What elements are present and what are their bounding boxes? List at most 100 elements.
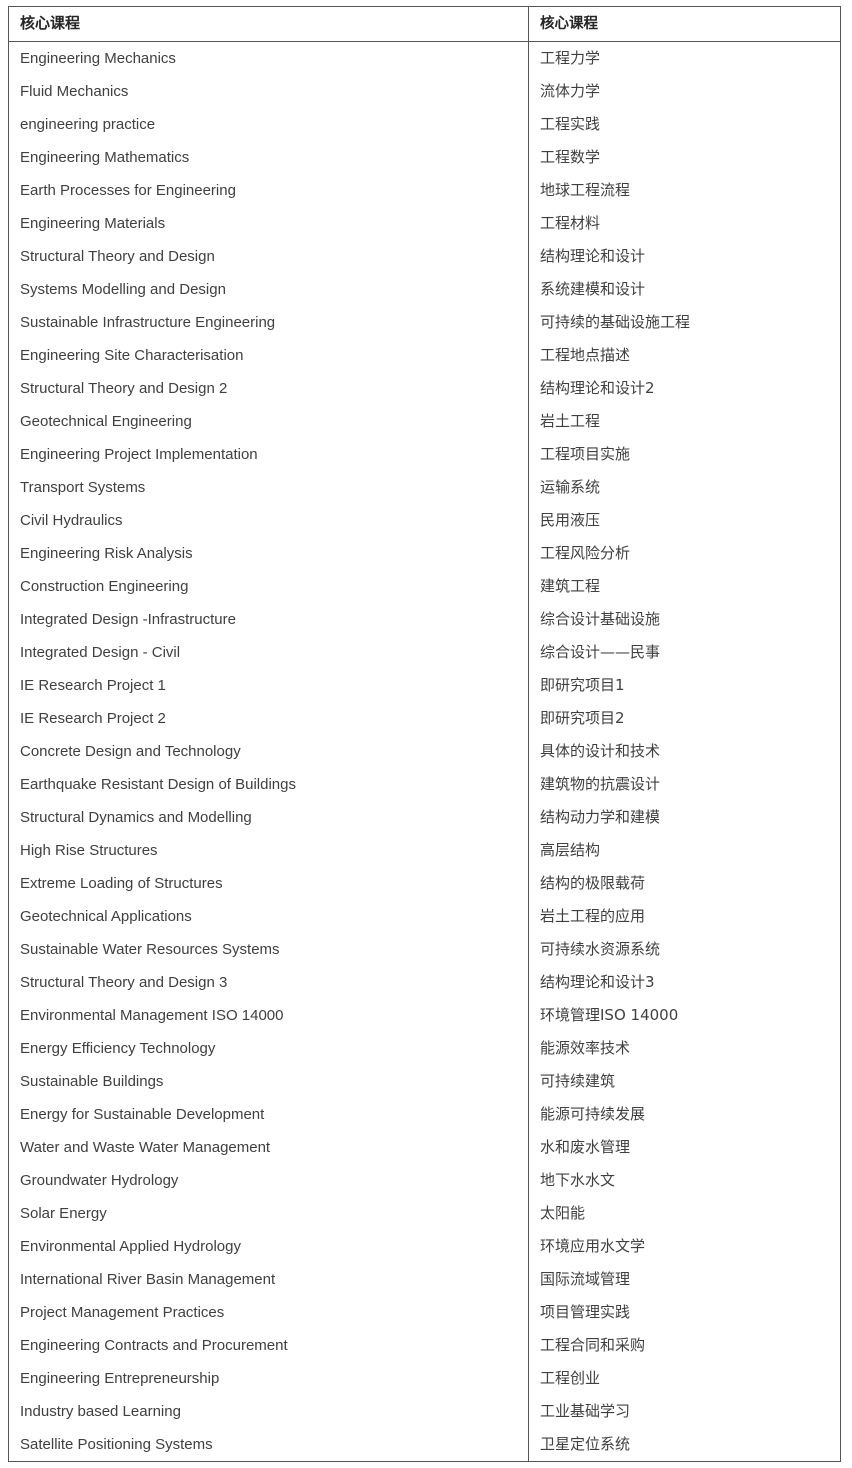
table-body: Engineering Mechanics 工程力学 Fluid Mechanics… bbox=[8, 41, 841, 1462]
course-name-english: IE Research Project 2 bbox=[8, 702, 529, 735]
course-name-english: Concrete Design and Technology bbox=[8, 735, 529, 768]
course-name-english: Structural Dynamics and Modelling bbox=[8, 801, 529, 834]
course-name-chinese: 工程数学 bbox=[528, 141, 841, 174]
course-name-english: Geotechnical Engineering bbox=[8, 405, 529, 438]
course-name-english: Engineering Mathematics bbox=[8, 141, 529, 174]
table-row: Engineering Materials 工程材料 bbox=[8, 207, 841, 240]
table-header: 核心课程 核心课程 bbox=[8, 6, 841, 42]
course-name-english: Project Management Practices bbox=[8, 1296, 529, 1329]
course-name-chinese: 可持续水资源系统 bbox=[528, 933, 841, 966]
course-name-chinese: 综合设计——民事 bbox=[528, 636, 841, 669]
course-name-chinese: 工程材料 bbox=[528, 207, 841, 240]
course-name-english: Engineering Contracts and Procurement bbox=[8, 1329, 529, 1362]
course-name-chinese: 地下水水文 bbox=[528, 1164, 841, 1197]
table-row: Engineering Contracts and Procurement 工程合… bbox=[8, 1329, 841, 1362]
course-name-english: Water and Waste Water Management bbox=[8, 1131, 529, 1164]
table-header-row: 核心课程 核心课程 bbox=[8, 6, 841, 42]
course-name-chinese: 建筑工程 bbox=[528, 570, 841, 603]
table-row: Integrated Design -Infrastructure 综合设计基础设… bbox=[8, 603, 841, 636]
course-name-english: Satellite Positioning Systems bbox=[8, 1428, 529, 1462]
course-name-english: Engineering Risk Analysis bbox=[8, 537, 529, 570]
course-name-english: Civil Hydraulics bbox=[8, 504, 529, 537]
course-name-english: Engineering Materials bbox=[8, 207, 529, 240]
course-name-english: Systems Modelling and Design bbox=[8, 273, 529, 306]
course-name-english: Sustainable Water Resources Systems bbox=[8, 933, 529, 966]
course-name-chinese: 流体力学 bbox=[528, 75, 841, 108]
table-row: Structural Theory and Design 2 结构理论和设计2 bbox=[8, 372, 841, 405]
table-row: Engineering Mechanics 工程力学 bbox=[8, 41, 841, 75]
course-name-english: Earthquake Resistant Design of Buildings bbox=[8, 768, 529, 801]
course-name-english: International River Basin Management bbox=[8, 1263, 529, 1296]
course-name-chinese: 岩土工程 bbox=[528, 405, 841, 438]
course-name-english: Earth Processes for Engineering bbox=[8, 174, 529, 207]
course-name-english: Solar Energy bbox=[8, 1197, 529, 1230]
table-row: Civil Hydraulics 民用液压 bbox=[8, 504, 841, 537]
course-name-chinese: 环境应用水文学 bbox=[528, 1230, 841, 1263]
course-name-chinese: 工业基础学习 bbox=[528, 1395, 841, 1428]
course-name-chinese: 建筑物的抗震设计 bbox=[528, 768, 841, 801]
course-name-english: Transport Systems bbox=[8, 471, 529, 504]
course-name-chinese: 系统建模和设计 bbox=[528, 273, 841, 306]
course-name-chinese: 结构的极限载荷 bbox=[528, 867, 841, 900]
course-name-english: Integrated Design -Infrastructure bbox=[8, 603, 529, 636]
page-root: 核心课程 核心课程 Engineering Mechanics 工程力学 Fluid… bbox=[0, 0, 852, 1468]
table-row: Earthquake Resistant Design of Buildings… bbox=[8, 768, 841, 801]
course-name-chinese: 太阳能 bbox=[528, 1197, 841, 1230]
course-name-english: Engineering Mechanics bbox=[8, 41, 529, 75]
core-courses-table: 核心课程 核心课程 Engineering Mechanics 工程力学 Fluid… bbox=[8, 6, 841, 1462]
course-name-chinese: 综合设计基础设施 bbox=[528, 603, 841, 636]
course-name-english: Energy for Sustainable Development bbox=[8, 1098, 529, 1131]
table-row: Sustainable Infrastructure Engineering 可持… bbox=[8, 306, 841, 339]
table-row: Geotechnical Engineering 岩土工程 bbox=[8, 405, 841, 438]
course-name-chinese: 可持续建筑 bbox=[528, 1065, 841, 1098]
course-name-chinese: 结构动力学和建模 bbox=[528, 801, 841, 834]
course-name-chinese: 工程地点描述 bbox=[528, 339, 841, 372]
course-name-english: Fluid Mechanics bbox=[8, 75, 529, 108]
course-name-chinese: 工程风险分析 bbox=[528, 537, 841, 570]
course-name-chinese: 可持续的基础设施工程 bbox=[528, 306, 841, 339]
course-name-english: Integrated Design - Civil bbox=[8, 636, 529, 669]
table-row: Satellite Positioning Systems 卫星定位系统 bbox=[8, 1428, 841, 1462]
course-name-english: engineering practice bbox=[8, 108, 529, 141]
table-row: IE Research Project 2 即研究项目2 bbox=[8, 702, 841, 735]
table-row: International River Basin Management 国际流域… bbox=[8, 1263, 841, 1296]
table-row: IE Research Project 1 即研究项目1 bbox=[8, 669, 841, 702]
course-name-chinese: 卫星定位系统 bbox=[528, 1428, 841, 1462]
table-row: Extreme Loading of Structures 结构的极限载荷 bbox=[8, 867, 841, 900]
course-name-chinese: 工程创业 bbox=[528, 1362, 841, 1395]
course-name-chinese: 项目管理实践 bbox=[528, 1296, 841, 1329]
course-name-english: High Rise Structures bbox=[8, 834, 529, 867]
course-name-chinese: 即研究项目2 bbox=[528, 702, 841, 735]
course-name-chinese: 民用液压 bbox=[528, 504, 841, 537]
course-name-chinese: 结构理论和设计 bbox=[528, 240, 841, 273]
table-row: Energy for Sustainable Development 能源可持续发… bbox=[8, 1098, 841, 1131]
course-name-chinese: 岩土工程的应用 bbox=[528, 900, 841, 933]
course-name-chinese: 地球工程流程 bbox=[528, 174, 841, 207]
course-name-chinese: 结构理论和设计2 bbox=[528, 372, 841, 405]
course-name-english: Structural Theory and Design bbox=[8, 240, 529, 273]
course-name-chinese: 能源效率技术 bbox=[528, 1032, 841, 1065]
table-row: Energy Efficiency Technology 能源效率技术 bbox=[8, 1032, 841, 1065]
course-name-english: Industry based Learning bbox=[8, 1395, 529, 1428]
course-name-chinese: 运输系统 bbox=[528, 471, 841, 504]
course-name-english: Environmental Applied Hydrology bbox=[8, 1230, 529, 1263]
course-name-english: Environmental Management ISO 14000 bbox=[8, 999, 529, 1032]
table-row: Environmental Management ISO 14000 环境管理IS… bbox=[8, 999, 841, 1032]
table-row: Construction Engineering 建筑工程 bbox=[8, 570, 841, 603]
table-row: Engineering Risk Analysis 工程风险分析 bbox=[8, 537, 841, 570]
course-name-chinese: 结构理论和设计3 bbox=[528, 966, 841, 999]
course-name-english: Construction Engineering bbox=[8, 570, 529, 603]
table-row: Solar Energy 太阳能 bbox=[8, 1197, 841, 1230]
course-name-chinese: 即研究项目1 bbox=[528, 669, 841, 702]
table-row: Engineering Project Implementation 工程项目实施 bbox=[8, 438, 841, 471]
table-row: Project Management Practices 项目管理实践 bbox=[8, 1296, 841, 1329]
table-row: Engineering Site Characterisation 工程地点描述 bbox=[8, 339, 841, 372]
course-name-chinese: 高层结构 bbox=[528, 834, 841, 867]
course-name-chinese: 工程实践 bbox=[528, 108, 841, 141]
table-row: High Rise Structures 高层结构 bbox=[8, 834, 841, 867]
table-row: Water and Waste Water Management 水和废水管理 bbox=[8, 1131, 841, 1164]
course-name-english: Engineering Entrepreneurship bbox=[8, 1362, 529, 1395]
table-row: Industry based Learning 工业基础学习 bbox=[8, 1395, 841, 1428]
table-row: Geotechnical Applications 岩土工程的应用 bbox=[8, 900, 841, 933]
course-name-chinese: 工程力学 bbox=[528, 41, 841, 75]
